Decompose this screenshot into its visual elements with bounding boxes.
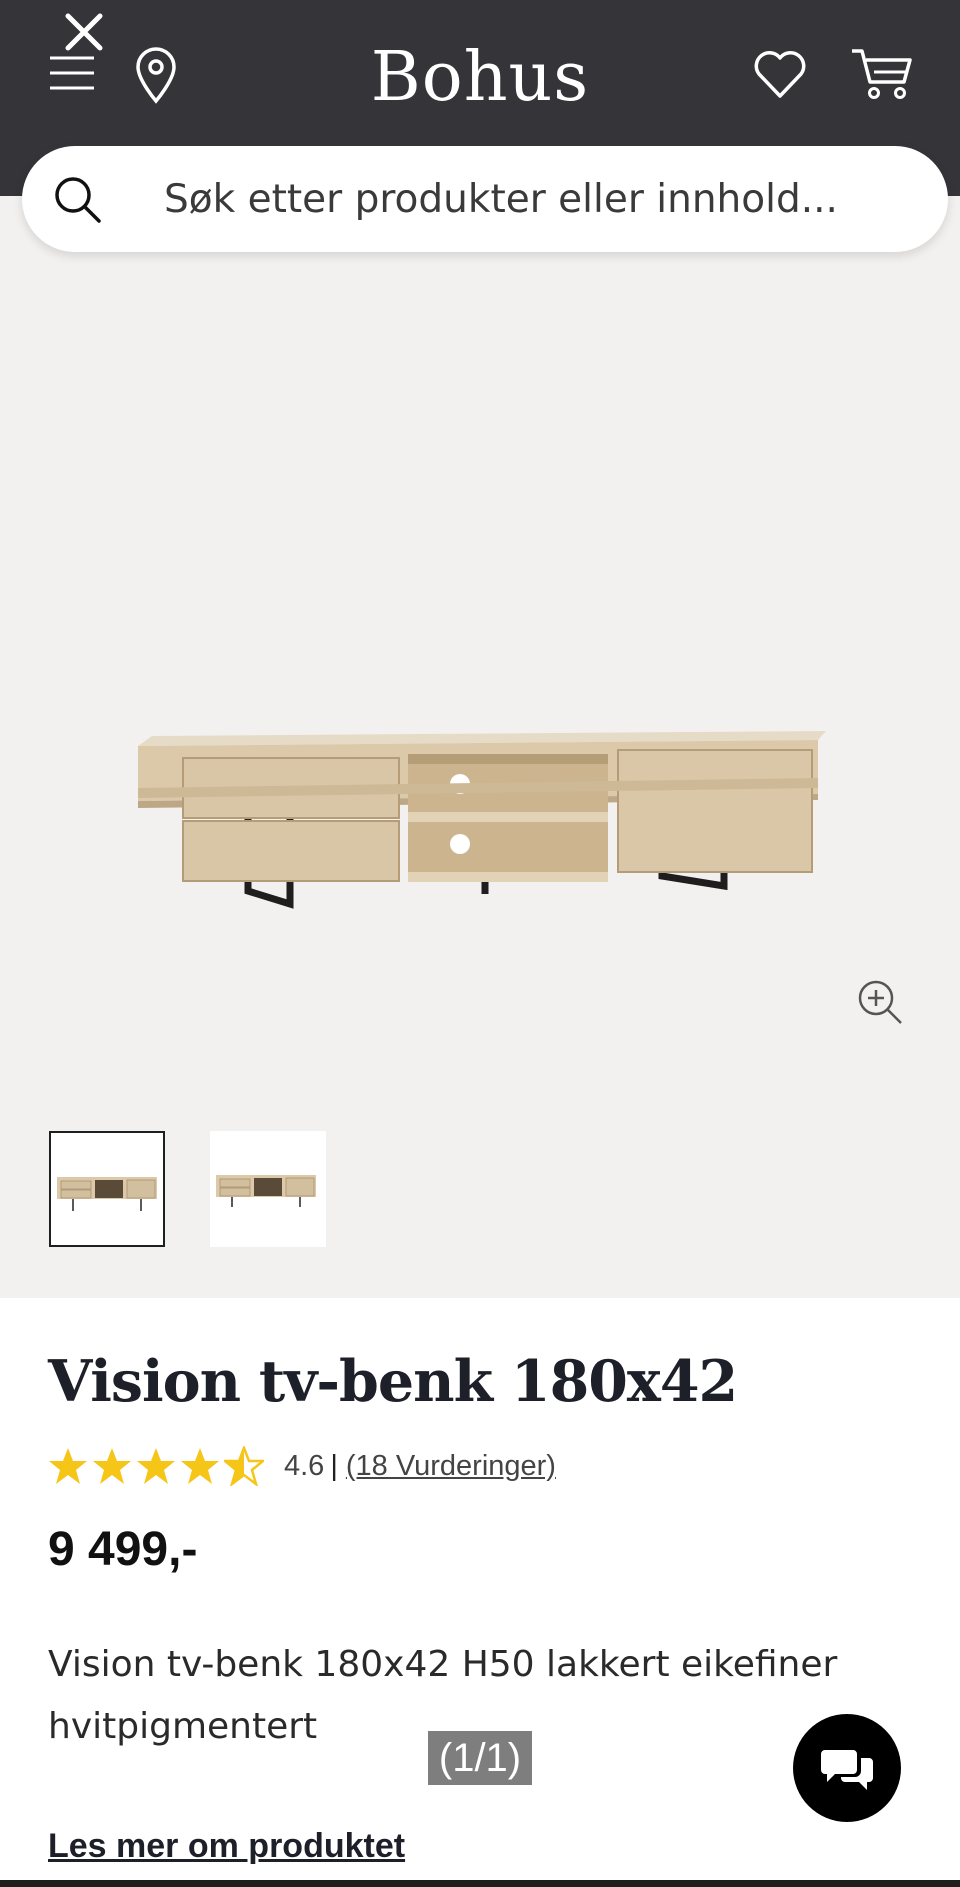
search-input[interactable] — [164, 168, 904, 230]
thumbnail-2[interactable] — [210, 1131, 326, 1247]
product-image[interactable] — [130, 526, 830, 956]
menu-icon[interactable] — [48, 52, 96, 94]
half-star-icon — [224, 1446, 264, 1486]
product-price: 9 499,- — [48, 1523, 198, 1576]
read-more-link[interactable]: Les mer om produktet — [48, 1827, 405, 1866]
thumbnail-image — [57, 1177, 157, 1211]
search-bar[interactable] — [22, 146, 948, 252]
cart-icon[interactable] — [850, 46, 914, 102]
search-icon[interactable] — [52, 174, 102, 224]
star-icon — [181, 1448, 219, 1484]
rating-row: 4.6 | (18 Vurderinger) — [48, 1444, 556, 1488]
heart-icon[interactable] — [752, 48, 808, 100]
zoom-in-icon[interactable] — [856, 978, 904, 1026]
chat-button[interactable] — [793, 1714, 901, 1822]
star-rating — [48, 1446, 268, 1486]
thumbnail-image — [216, 1175, 316, 1207]
rating-separator: | — [330, 1449, 338, 1482]
star-icon — [137, 1448, 175, 1484]
location-pin-icon[interactable] — [132, 46, 180, 104]
star-icon — [93, 1448, 131, 1484]
page-counter-overlay: (1/1) — [428, 1731, 532, 1785]
product-title: Vision tv-benk 180x42 — [48, 1348, 738, 1415]
chat-icon — [821, 1750, 873, 1790]
rating-value: 4.6 — [284, 1449, 325, 1482]
brand-logo[interactable]: Bohus — [330, 28, 630, 128]
reviews-link[interactable]: (18 Vurderinger) — [346, 1450, 556, 1483]
close-icon[interactable] — [62, 10, 106, 54]
thumbnail-1[interactable] — [49, 1131, 165, 1247]
bottom-divider — [0, 1880, 960, 1887]
star-icon — [49, 1448, 87, 1484]
